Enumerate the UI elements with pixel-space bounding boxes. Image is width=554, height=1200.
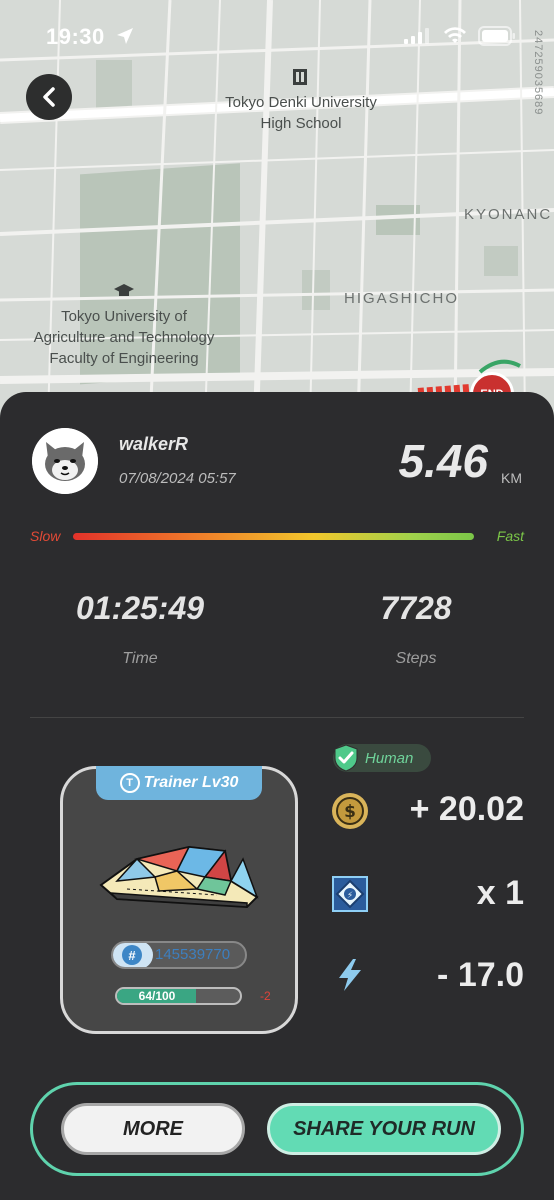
sneaker-id: 145539770 bbox=[155, 946, 231, 963]
durability-delta: -2 bbox=[260, 989, 271, 1003]
gst-coin-icon: $ bbox=[332, 793, 368, 829]
hash-icon: # bbox=[113, 943, 153, 967]
svg-text:$: $ bbox=[344, 802, 356, 822]
hash-symbol: # bbox=[122, 945, 142, 965]
shield-check-icon bbox=[334, 744, 358, 772]
wifi-icon bbox=[444, 27, 466, 43]
graduation-cap-icon bbox=[114, 282, 134, 300]
divider bbox=[30, 717, 524, 718]
location-arrow-icon bbox=[117, 28, 133, 44]
avatar[interactable] bbox=[32, 428, 98, 494]
mystery-box-count: x 1 bbox=[476, 874, 524, 912]
action-button-bar: MORE SHARE YOUR RUN bbox=[30, 1082, 524, 1176]
status-time: 19:30 bbox=[46, 24, 105, 49]
more-button[interactable]: MORE bbox=[61, 1103, 245, 1155]
status-bar: 19:30 bbox=[0, 0, 554, 70]
human-label: Human bbox=[365, 749, 414, 767]
steps-value: 7728 bbox=[380, 590, 452, 626]
time-label: Time bbox=[122, 650, 158, 667]
poi-label-denki[interactable]: Tokyo Denki University High School bbox=[196, 92, 406, 134]
human-badge: Human bbox=[333, 744, 431, 772]
area-label-higashicho: HIGASHICHO bbox=[344, 290, 460, 307]
gst-earned: + 20.02 bbox=[409, 790, 524, 828]
durability-text: 64/100 bbox=[138, 989, 176, 1003]
durability-bar: 64/100 bbox=[115, 987, 242, 1005]
area-label-kyonan: KYONANC bbox=[464, 206, 553, 223]
cellular-signal-icon bbox=[404, 28, 429, 44]
mystery-box-icon: ⚡ bbox=[332, 876, 368, 912]
username: walkerR bbox=[119, 434, 189, 454]
svg-text:⚡: ⚡ bbox=[347, 891, 353, 901]
trainer-t-icon: T bbox=[119, 773, 140, 793]
run-summary-card: walkerR 07/08/2024 05:57 5.46 KM Slow Fa… bbox=[0, 392, 554, 1200]
run-datetime: 07/08/2024 05:57 bbox=[119, 470, 236, 487]
speed-gradient-bar bbox=[73, 533, 474, 540]
school-icon bbox=[291, 68, 309, 86]
back-button[interactable] bbox=[26, 74, 72, 120]
distance-unit: KM bbox=[501, 470, 522, 486]
battery-icon bbox=[478, 26, 515, 46]
speed-fast-label: Fast bbox=[496, 528, 524, 544]
sneaker-icon bbox=[99, 845, 259, 909]
trainer-level-label: Trainer Lv30 bbox=[143, 774, 239, 791]
steps-label: Steps bbox=[395, 650, 437, 667]
trainer-level-tab: T Trainer Lv30 bbox=[96, 766, 262, 800]
speed-slow-label: Slow bbox=[30, 528, 61, 544]
chevron-left-icon bbox=[43, 87, 55, 107]
share-run-button[interactable]: SHARE YOUR RUN bbox=[267, 1103, 501, 1155]
poi-label-tuat[interactable]: Tokyo University of Agriculture and Tech… bbox=[14, 306, 234, 369]
sneaker-card[interactable]: T Trainer Lv30 # 145539770 64/100 -2 bbox=[60, 766, 298, 1034]
distance-value: 5.46 bbox=[398, 435, 488, 487]
energy-bolt-icon bbox=[339, 959, 361, 991]
energy-spent: - 17.0 bbox=[437, 956, 524, 994]
shiba-dog-icon bbox=[32, 428, 98, 494]
time-value: 01:25:49 bbox=[75, 590, 205, 626]
sneaker-id-pill[interactable]: # 145539770 bbox=[111, 941, 247, 969]
